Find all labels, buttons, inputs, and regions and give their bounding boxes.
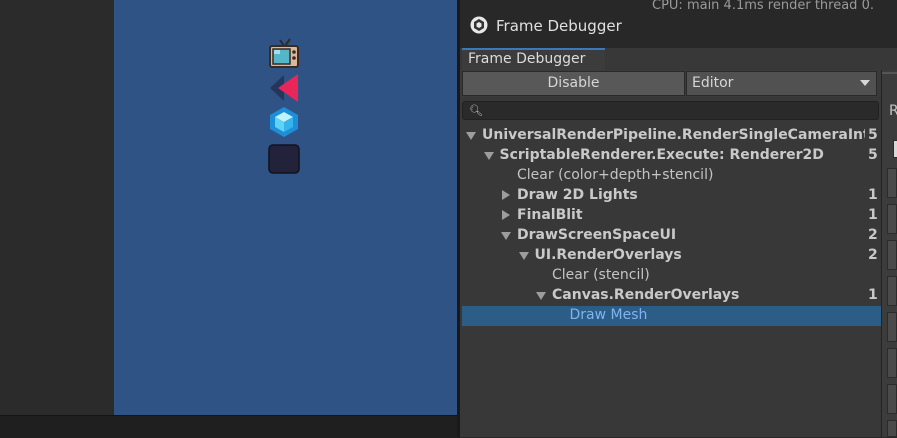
tree-row-count: 1 (868, 187, 878, 203)
tab-label: Frame Debugger (468, 51, 586, 67)
tree-row-label: Canvas.RenderOverlays (552, 287, 740, 303)
details-field[interactable] (887, 348, 897, 378)
details-field[interactable] (887, 276, 897, 306)
details-field[interactable] (887, 420, 897, 437)
tree-row-label: FinalBlit (517, 207, 583, 223)
tree-row-count: 1 (868, 207, 878, 223)
tree-row[interactable]: DrawScreenSpaceUI 2 (462, 226, 881, 246)
tree-row-label: Draw Mesh (569, 307, 648, 323)
bottom-status-bar (0, 415, 460, 438)
hierarchy-panel-strip (0, 0, 114, 415)
tree-row[interactable]: Canvas.RenderOverlays 1 (462, 286, 881, 306)
tree-row-count: 2 (868, 227, 878, 243)
details-field[interactable] (887, 204, 897, 234)
unity-logo-icon (470, 16, 488, 34)
tree-row[interactable]: Draw 2D Lights 1 (462, 186, 881, 206)
details-label: R (889, 103, 897, 119)
details-field[interactable] (887, 384, 897, 414)
details-field[interactable] (887, 240, 897, 270)
tree-row-count: 1 (868, 287, 878, 303)
details-field[interactable] (887, 168, 897, 198)
tree-row-label: ScriptableRenderer.Execute: Renderer2D (499, 147, 824, 163)
tree-row-label: UI.RenderOverlays (534, 247, 682, 263)
stats-readout: CPU: main 4.1ms render thread 0. (652, 0, 874, 13)
expand-arrow-right-icon[interactable] (502, 210, 510, 220)
tree-row[interactable]: Clear (color+depth+stencil) (462, 166, 881, 186)
tree-row[interactable]: FinalBlit 1 (462, 206, 881, 226)
details-field[interactable] (887, 312, 897, 342)
expand-arrow-down-icon[interactable] (518, 252, 529, 260)
tree-row[interactable]: Clear (stencil) (462, 266, 881, 286)
tree-row-label: Draw 2D Lights (517, 187, 638, 203)
window-title: Frame Debugger (496, 17, 622, 35)
expand-arrow-right-icon[interactable] (502, 190, 510, 200)
details-checkbox[interactable] (893, 140, 897, 158)
pink-shape-icon (270, 74, 298, 102)
tv-icon (269, 38, 299, 68)
tree-row-count: 5 (868, 127, 878, 143)
tree-row-label: Clear (stencil) (552, 267, 650, 283)
chevron-down-icon (860, 80, 870, 86)
expand-arrow-down-icon[interactable] (466, 132, 476, 140)
tree-row-label: UniversalRenderPipeline.RenderSingleCame… (482, 127, 865, 143)
blue-gem-icon (270, 107, 298, 137)
disable-button[interactable]: Disable (462, 71, 685, 96)
expand-arrow-down-icon[interactable] (501, 232, 511, 240)
tree-row-count: 5 (868, 147, 878, 163)
expand-arrow-down-icon[interactable] (536, 292, 546, 300)
tree-row-label: Clear (color+depth+stencil) (517, 167, 714, 183)
search-icon: 🔍︎ (469, 104, 483, 117)
tree-row-count: 2 (868, 247, 878, 263)
tree-row[interactable]: Draw Mesh (462, 306, 881, 326)
details-divider (882, 72, 897, 74)
tree-row-label: DrawScreenSpaceUI (517, 227, 677, 243)
target-select[interactable]: Editor (686, 71, 877, 96)
dark-square-icon (268, 144, 300, 174)
tree-row[interactable]: ScriptableRenderer.Execute: Renderer2D 5 (462, 146, 881, 166)
tree-row[interactable]: UI.RenderOverlays 2 (462, 246, 881, 266)
search-input[interactable] (462, 101, 879, 120)
expand-arrow-down-icon[interactable] (483, 152, 494, 160)
tree-row[interactable]: UniversalRenderPipeline.RenderSingleCame… (462, 126, 881, 146)
